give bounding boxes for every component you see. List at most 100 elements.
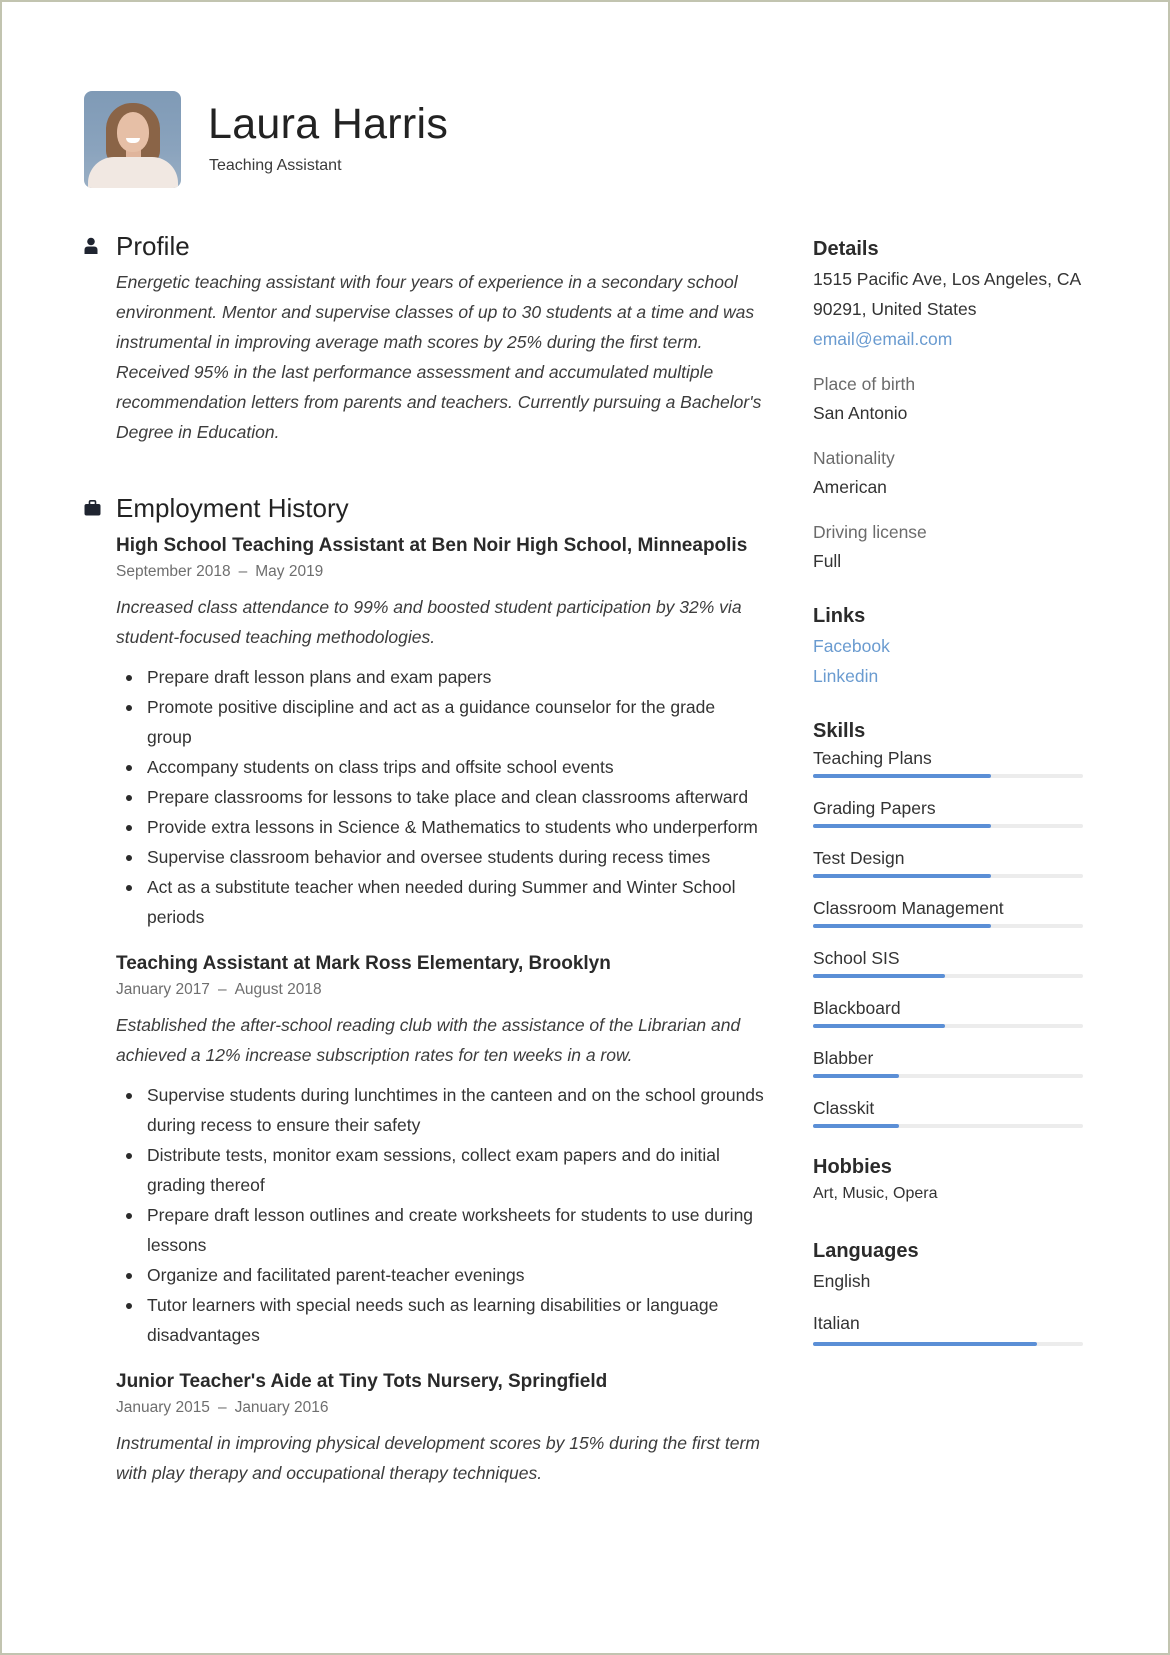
job-start-date: January 2015 xyxy=(116,1399,210,1416)
photo-face xyxy=(117,112,149,152)
driving-license-label: Driving license xyxy=(813,522,927,542)
job-end-date: January 2016 xyxy=(234,1399,329,1416)
skill-item: Classkit xyxy=(813,1096,1083,1128)
responsibility-item: Supervise classroom behavior and oversee… xyxy=(116,842,764,872)
skill-name: Blabber xyxy=(813,1048,874,1068)
responsibility-item: Tutor learners with special needs such a… xyxy=(116,1290,764,1350)
linkedin-link[interactable]: Linkedin xyxy=(813,661,1083,691)
language-name: Italian xyxy=(813,1313,860,1333)
skill-name: Test Design xyxy=(813,848,905,868)
skill-level-bar xyxy=(813,1124,1083,1128)
skill-name: Classroom Management xyxy=(813,898,1004,918)
skill-item: School SIS xyxy=(813,946,1083,978)
job-start-date: January 2017 xyxy=(116,981,210,998)
skill-item: Test Design xyxy=(813,846,1083,878)
job-summary: Increased class attendance to 99% and bo… xyxy=(116,597,742,647)
address-line-1: 1515 Pacific Ave, Los Angeles, CA xyxy=(813,269,1082,289)
skill-level-fill xyxy=(813,774,992,778)
candidate-name: Laura Harris xyxy=(208,100,449,148)
skills-heading: Skills xyxy=(813,720,866,742)
skill-level-fill xyxy=(813,874,992,878)
date-separator: – xyxy=(217,981,227,998)
place-of-birth-value: San Antonio xyxy=(813,403,908,423)
email-link[interactable]: email@email.com xyxy=(813,324,1083,354)
employment-heading: Employment History xyxy=(116,492,349,523)
driving-license-value: Full xyxy=(813,551,842,571)
skill-name: School SIS xyxy=(813,948,900,968)
responsibility-item: Promote positive discipline and act as a… xyxy=(116,692,764,752)
job-start-date: September 2018 xyxy=(116,563,231,580)
responsibility-item: Distribute tests, monitor exam sessions,… xyxy=(116,1140,764,1200)
profile-heading: Profile xyxy=(116,230,190,261)
date-separator: – xyxy=(238,563,248,580)
person-icon xyxy=(84,237,116,255)
job-title: Junior Teacher's Aide at Tiny Tots Nurse… xyxy=(116,1371,608,1392)
skill-level-fill xyxy=(813,1074,900,1078)
skill-level-bar xyxy=(813,1074,1083,1078)
languages-heading: Languages xyxy=(813,1240,919,1262)
skill-name: Grading Papers xyxy=(813,798,936,818)
job-summary: Instrumental in improving physical devel… xyxy=(116,1433,760,1483)
skill-level-fill xyxy=(813,924,992,928)
skill-level-bar xyxy=(813,974,1083,978)
nationality-label: Nationality xyxy=(813,448,895,468)
job-summary: Established the after-school reading clu… xyxy=(116,1015,741,1065)
links-heading: Links xyxy=(813,605,866,627)
language-item: English xyxy=(813,1266,1083,1296)
responsibility-item: Prepare draft lesson plans and exam pape… xyxy=(116,662,764,692)
skill-item: Teaching Plans xyxy=(813,746,1083,778)
language-item: Italian xyxy=(813,1308,1083,1346)
skill-name: Teaching Plans xyxy=(813,748,932,768)
briefcase-icon xyxy=(84,500,116,516)
hobbies-text: Art, Music, Opera xyxy=(813,1185,938,1202)
profile-photo xyxy=(84,91,181,188)
candidate-title: Teaching Assistant xyxy=(209,157,342,174)
skill-name: Classkit xyxy=(813,1098,875,1118)
job-title: High School Teaching Assistant at Ben No… xyxy=(116,535,748,556)
job-list: High School Teaching Assistant at Ben No… xyxy=(116,532,764,1488)
nationality-value: American xyxy=(813,477,887,497)
profile-summary: Energetic teaching assistant with four y… xyxy=(116,272,762,442)
job-entry: Junior Teacher's Aide at Tiny Tots Nurse… xyxy=(116,1368,764,1488)
details-heading: Details xyxy=(813,238,879,260)
skill-level-fill xyxy=(813,1124,900,1128)
job-responsibilities: Supervise students during lunchtimes in … xyxy=(116,1080,764,1350)
languages-list: English Italian xyxy=(813,1266,1083,1346)
skill-level-fill xyxy=(813,824,992,828)
date-separator: – xyxy=(217,1399,227,1416)
job-responsibilities: Prepare draft lesson plans and exam pape… xyxy=(116,662,764,932)
responsibility-item: Prepare draft lesson outlines and create… xyxy=(116,1200,764,1260)
sidebar: Details 1515 Pacific Ave, Los Angeles, C… xyxy=(813,234,1083,1358)
job-dates: September 2018– May 2019 xyxy=(116,560,764,584)
place-of-birth-label: Place of birth xyxy=(813,374,916,394)
job-entry: Teaching Assistant at Mark Ross Elementa… xyxy=(116,950,764,1350)
skill-item: Classroom Management xyxy=(813,896,1083,928)
responsibility-item: Accompany students on class trips and of… xyxy=(116,752,764,782)
job-end-date: August 2018 xyxy=(234,981,322,998)
skill-name: Blackboard xyxy=(813,998,901,1018)
responsibility-item: Act as a substitute teacher when needed … xyxy=(116,872,764,932)
responsibility-item: Supervise students during lunchtimes in … xyxy=(116,1080,764,1140)
facebook-link[interactable]: Facebook xyxy=(813,631,1083,661)
photo-shirt xyxy=(88,157,178,188)
skill-level-bar xyxy=(813,1024,1083,1028)
address-line-2: 90291, United States xyxy=(813,299,977,319)
job-dates: January 2017– August 2018 xyxy=(116,978,764,1002)
job-entry: High School Teaching Assistant at Ben No… xyxy=(116,532,764,932)
skill-level-bar xyxy=(813,924,1083,928)
responsibility-item: Provide extra lessons in Science & Mathe… xyxy=(116,812,764,842)
skill-item: Grading Papers xyxy=(813,796,1083,828)
responsibility-item: Organize and facilitated parent-teacher … xyxy=(116,1260,764,1290)
profile-section-header: Profile xyxy=(84,228,764,264)
skill-item: Blackboard xyxy=(813,996,1083,1028)
language-level-fill xyxy=(813,1342,1038,1346)
job-title: Teaching Assistant at Mark Ross Elementa… xyxy=(116,953,611,974)
job-dates: January 2015– January 2016 xyxy=(116,1396,764,1420)
hobbies-heading: Hobbies xyxy=(813,1156,892,1178)
skills-list: Teaching Plans Grading Papers Test Desig… xyxy=(813,746,1083,1128)
job-end-date: May 2019 xyxy=(255,563,324,580)
skill-level-bar xyxy=(813,824,1083,828)
main-column: Profile Energetic teaching assistant wit… xyxy=(84,228,764,1488)
skill-level-bar xyxy=(813,874,1083,878)
language-level-bar xyxy=(813,1342,1083,1346)
